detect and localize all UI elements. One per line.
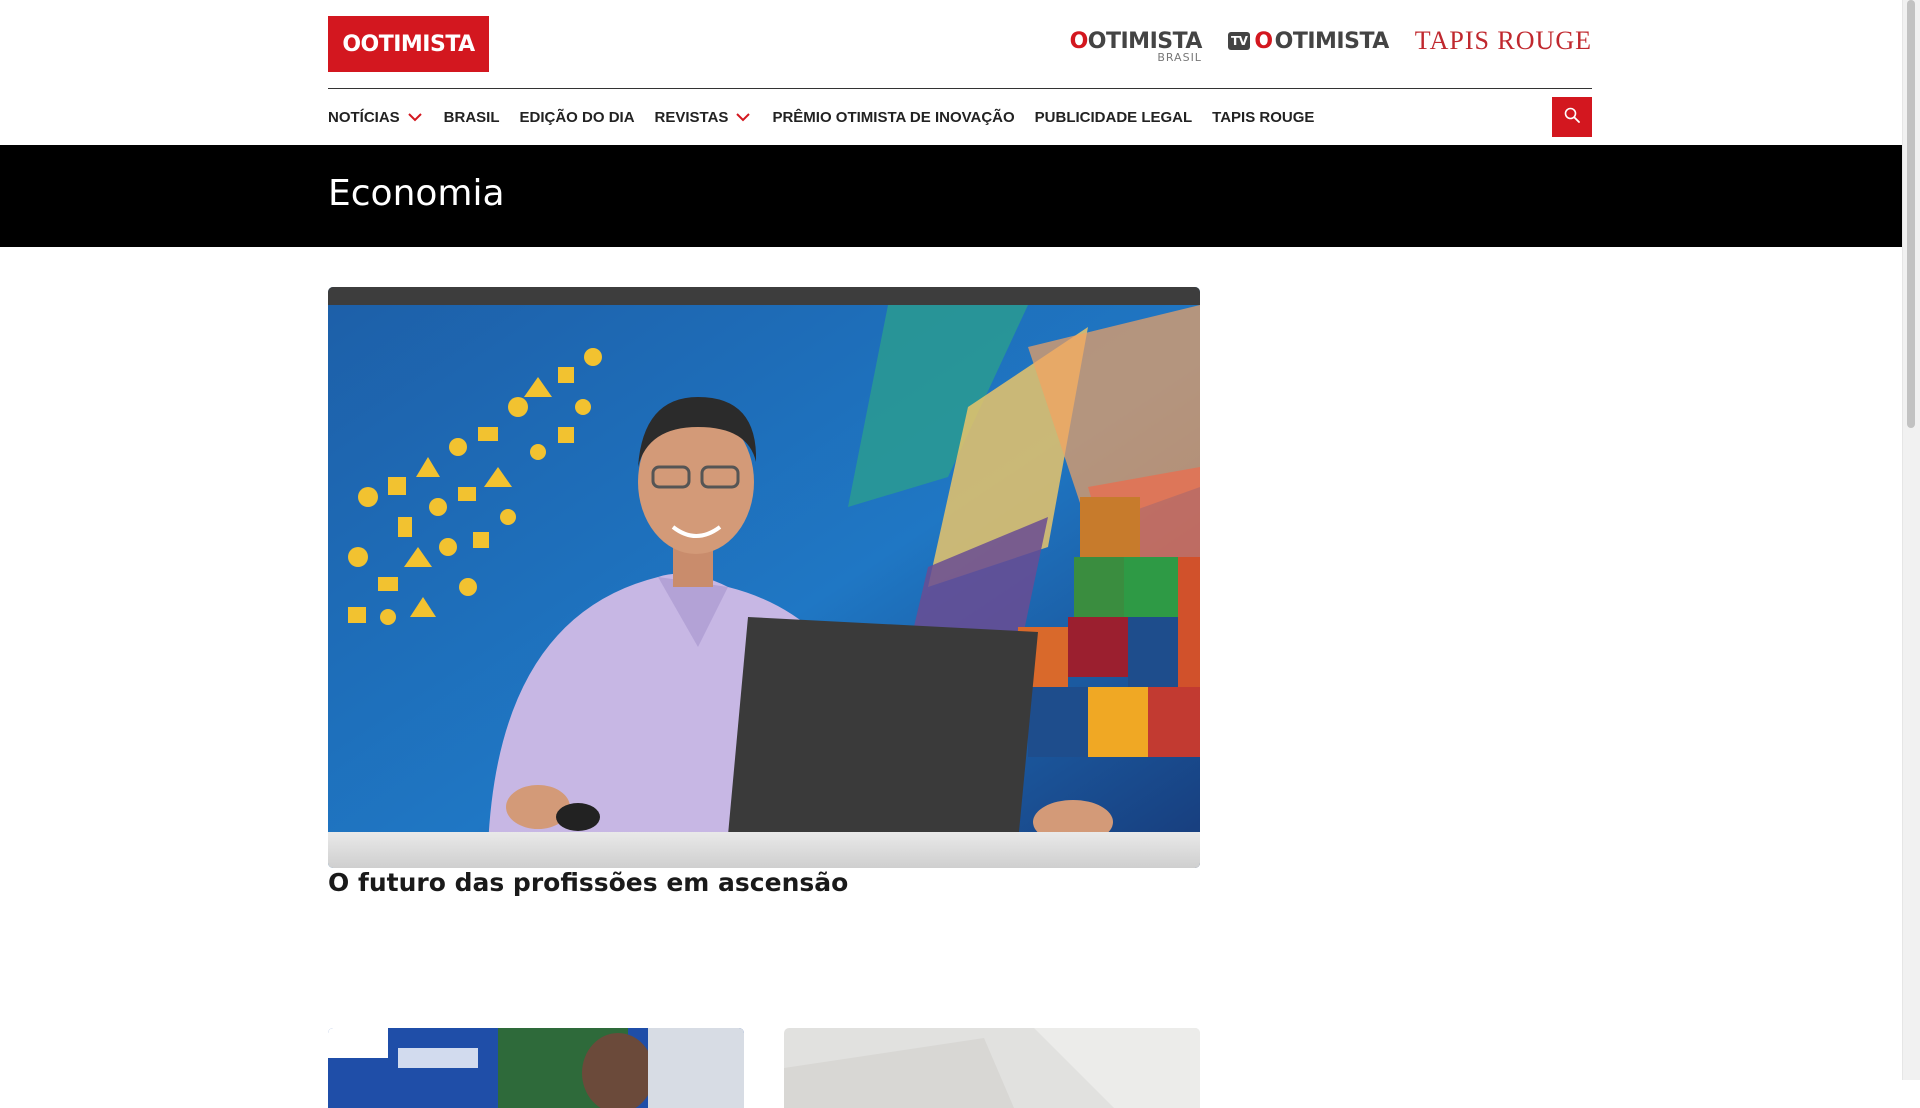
article-card-image[interactable] [328,1028,744,1108]
brand-otimista-brasil-mark: O [1069,28,1089,54]
brand-otimista-brasil[interactable]: OOTIMISTA BRASIL [1069,28,1203,64]
chevron-down-icon [734,108,752,126]
hero-photo [328,287,1200,868]
chevron-down-icon [406,108,424,126]
brand-tv-otimista-name: OTIMISTA [1274,28,1390,54]
tv-badge: TV [1227,32,1251,50]
brand-tapis-rouge[interactable]: TAPIS ROUGE [1415,26,1592,56]
nav-item-noticias[interactable]: NOTÍCIAS [328,108,424,126]
nav-label: REVISTAS [654,108,729,126]
nav-item-revistas[interactable]: REVISTAS [655,108,753,126]
card-photo [328,1028,744,1108]
scrollbar-thumb[interactable] [1907,0,1915,428]
brand-otimista-brasil-sub: BRASIL [1157,50,1202,64]
page-scrollbar[interactable] [1902,0,1920,1080]
nav-label: TAPIS ROUGE [1212,108,1315,126]
brand-tv-otimista-mark: O [1254,28,1273,54]
nav-item-edicao-do-dia[interactable]: EDIÇÃO DO DIA [520,109,635,126]
nav-label: NOTÍCIAS [328,108,400,126]
hero-article-title[interactable]: O futuro das profissões em ascensão [328,868,848,897]
hero-article-image[interactable] [328,287,1200,868]
section-title: Economia [328,173,505,214]
article-card-image[interactable] [784,1028,1200,1108]
nav-label: EDIÇÃO DO DIA [519,108,635,126]
nav-item-tapis-rouge[interactable]: TAPIS ROUGE [1212,109,1314,126]
search-icon [1564,107,1580,128]
nav-label: BRASIL [443,108,500,126]
main-nav: NOTÍCIAS BRASIL EDIÇÃO DO DIA REVISTAS P… [328,104,1314,130]
nav-item-publicidade-legal[interactable]: PUBLICIDADE LEGAL [1035,109,1193,126]
nav-label: PUBLICIDADE LEGAL [1034,108,1193,126]
brand-tv-otimista[interactable]: TV O OTIMISTA [1227,28,1390,54]
site-logo[interactable]: OOTIMISTA [328,16,489,72]
search-button[interactable] [1552,97,1592,137]
section-banner: Economia [0,145,1920,247]
nav-label: PRÊMIO OTIMISTA DE INOVAÇÃO [772,108,1015,126]
header-divider [328,88,1592,89]
card-photo [784,1028,1200,1108]
nav-item-premio[interactable]: PRÊMIO OTIMISTA DE INOVAÇÃO [772,109,1014,126]
nav-item-brasil[interactable]: BRASIL [444,109,500,126]
brand-links: OOTIMISTA BRASIL TV O OTIMISTA TAPIS ROUG… [1069,26,1592,64]
